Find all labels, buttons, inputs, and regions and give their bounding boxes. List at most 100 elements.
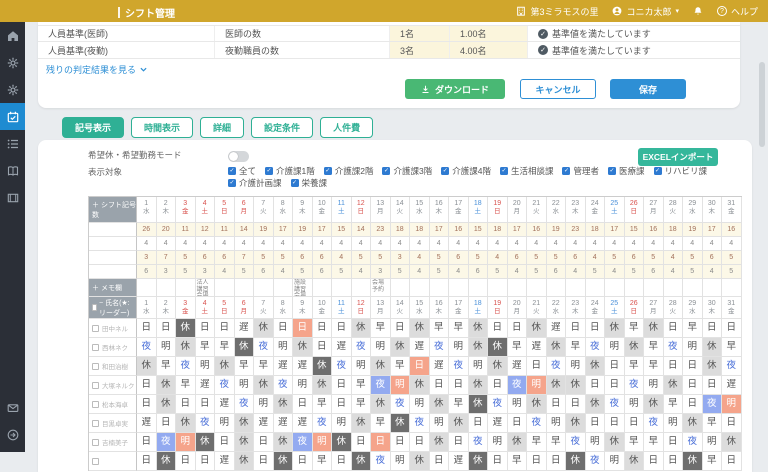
sidebar-item-logout[interactable]: [0, 421, 25, 448]
filter-checkbox[interactable]: ✓リハビリ課: [654, 165, 708, 177]
memo-cell[interactable]: [332, 279, 352, 297]
shift-cell[interactable]: 夜: [371, 376, 391, 395]
shift-cell[interactable]: 休: [683, 414, 703, 433]
shift-cell[interactable]: 遅: [722, 376, 742, 395]
shift-cell[interactable]: 早: [313, 395, 333, 414]
shift-cell[interactable]: 休: [254, 319, 274, 338]
select-all-checkbox[interactable]: [92, 304, 97, 311]
filter-checkbox[interactable]: ✓介護課1階: [265, 165, 315, 177]
shift-cell[interactable]: 明: [722, 395, 742, 414]
shift-cell[interactable]: 日: [137, 376, 157, 395]
shift-cell[interactable]: 日: [566, 395, 586, 414]
shift-cell[interactable]: 早: [430, 319, 450, 338]
shift-cell[interactable]: 早: [352, 395, 372, 414]
shift-cell[interactable]: 遅: [410, 338, 430, 357]
shift-cell[interactable]: 明: [703, 433, 723, 452]
shift-cell[interactable]: 日: [586, 319, 606, 338]
shift-cell[interactable]: 休: [254, 376, 274, 395]
shift-cell[interactable]: 日: [703, 376, 723, 395]
memo-cell[interactable]: [157, 279, 177, 297]
shift-cell[interactable]: 日: [547, 452, 567, 471]
shift-cell[interactable]: 夜: [157, 433, 177, 452]
shift-cell[interactable]: 日: [722, 319, 742, 338]
shift-cell[interactable]: 日: [391, 319, 411, 338]
save-button[interactable]: 保存: [610, 79, 686, 99]
memo-cell[interactable]: [235, 279, 255, 297]
shift-cell[interactable]: 日: [508, 319, 528, 338]
shift-cell[interactable]: 日: [254, 452, 274, 471]
shift-cell[interactable]: 明: [293, 376, 313, 395]
shift-cell[interactable]: 日: [703, 319, 723, 338]
shift-cell[interactable]: 遅: [293, 414, 313, 433]
shift-cell[interactable]: 明: [157, 338, 177, 357]
memo-cell[interactable]: [137, 279, 157, 297]
shift-cell[interactable]: 明: [371, 338, 391, 357]
memo-cell[interactable]: [703, 279, 723, 297]
filter-checkbox[interactable]: ✓医療課: [608, 165, 645, 177]
shift-cell[interactable]: 休: [293, 338, 313, 357]
sidebar-item-list[interactable]: [0, 130, 25, 157]
staff-checkbox[interactable]: [92, 420, 99, 427]
sidebar-item-home[interactable]: [0, 22, 25, 49]
shift-cell[interactable]: 遅: [293, 357, 313, 376]
shift-cell[interactable]: 早: [683, 319, 703, 338]
shift-cell[interactable]: 日: [722, 452, 742, 471]
memo-cell[interactable]: [469, 279, 489, 297]
shift-cell[interactable]: 日: [313, 338, 333, 357]
shift-cell[interactable]: 夜: [586, 338, 606, 357]
shift-cell[interactable]: 休: [410, 376, 430, 395]
shift-cell[interactable]: 日: [469, 414, 489, 433]
shift-cell[interactable]: 日: [137, 395, 157, 414]
shift-cell[interactable]: 日: [293, 452, 313, 471]
shift-cell[interactable]: 休: [157, 452, 177, 471]
memo-cell[interactable]: [508, 279, 528, 297]
shift-cell[interactable]: 休: [352, 414, 372, 433]
shift-cell[interactable]: 明: [566, 357, 586, 376]
shift-cell[interactable]: 日: [605, 357, 625, 376]
shift-cell[interactable]: 夜: [605, 395, 625, 414]
shift-cell[interactable]: 夜: [410, 414, 430, 433]
filter-checkbox[interactable]: ✓全て: [228, 165, 256, 177]
shift-cell[interactable]: 休: [410, 452, 430, 471]
memo-label[interactable]: ＋ メモ欄: [89, 279, 137, 297]
filter-checkbox[interactable]: ✓介護課2階: [324, 165, 374, 177]
shift-cell[interactable]: 日: [488, 319, 508, 338]
shift-cell[interactable]: 休: [586, 357, 606, 376]
shift-cell[interactable]: 日: [527, 452, 547, 471]
memo-cell[interactable]: [313, 279, 333, 297]
shift-cell[interactable]: 夜: [430, 338, 450, 357]
shift-cell[interactable]: 夜: [176, 357, 196, 376]
shift-cell[interactable]: 夜: [196, 414, 216, 433]
shift-cell[interactable]: 早: [527, 433, 547, 452]
shift-cell[interactable]: 休: [547, 338, 567, 357]
shift-cell[interactable]: 日: [196, 452, 216, 471]
download-button[interactable]: ダウンロード: [405, 79, 505, 99]
shift-cell[interactable]: 休: [469, 376, 489, 395]
shift-cell[interactable]: 休: [527, 395, 547, 414]
shift-cell[interactable]: 休: [176, 414, 196, 433]
memo-cell[interactable]: 施設講習 会場: [293, 279, 313, 297]
memo-cell[interactable]: [683, 279, 703, 297]
shift-cell[interactable]: 明: [430, 414, 450, 433]
shift-cell[interactable]: 早: [313, 452, 333, 471]
staff-checkbox[interactable]: [92, 401, 99, 408]
sidebar-item-media[interactable]: [0, 184, 25, 211]
tab-1[interactable]: 記号表示: [62, 117, 124, 138]
shift-cell[interactable]: 日: [488, 452, 508, 471]
shift-cell[interactable]: 夜: [371, 452, 391, 471]
shift-cell[interactable]: 夜: [215, 376, 235, 395]
shift-cell[interactable]: 早: [176, 376, 196, 395]
shift-cell[interactable]: 休: [488, 357, 508, 376]
shift-cell[interactable]: 早: [371, 414, 391, 433]
shift-cell[interactable]: 明: [449, 338, 469, 357]
shift-cell[interactable]: 休: [215, 357, 235, 376]
shift-cell[interactable]: 夜: [293, 433, 313, 452]
shift-cell[interactable]: 遅: [235, 319, 255, 338]
shift-cell[interactable]: 早: [371, 319, 391, 338]
memo-cell[interactable]: [488, 279, 508, 297]
shift-cell[interactable]: 夜: [683, 433, 703, 452]
shift-cell[interactable]: 早: [449, 395, 469, 414]
shift-cell[interactable]: 夜: [254, 338, 274, 357]
shift-cell[interactable]: 日: [410, 433, 430, 452]
memo-cell[interactable]: [176, 279, 196, 297]
